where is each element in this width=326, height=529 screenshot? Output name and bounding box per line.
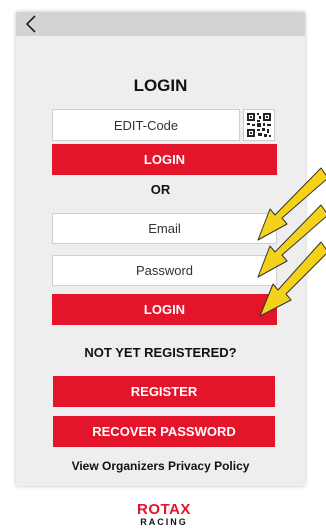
logo-line2: RACING bbox=[140, 517, 188, 527]
password-field[interactable] bbox=[52, 255, 277, 286]
logo-line1: ROTAX bbox=[137, 501, 191, 518]
recover-password-button[interactable]: RECOVER PASSWORD bbox=[53, 416, 275, 447]
or-separator: OR bbox=[150, 182, 171, 197]
not-registered-heading: NOT YET REGISTERED? bbox=[84, 345, 237, 360]
email-field[interactable] bbox=[52, 213, 277, 244]
email-login-button[interactable]: LOGIN bbox=[52, 294, 277, 325]
password-input[interactable] bbox=[53, 262, 276, 279]
qr-code-icon bbox=[247, 113, 271, 137]
qr-scan-button[interactable] bbox=[243, 109, 275, 141]
back-button[interactable] bbox=[18, 12, 44, 36]
edit-code-login-button[interactable]: LOGIN bbox=[52, 144, 277, 175]
login-panel: LOGIN LOGIN OR LOGIN NOT YET REGISTERED?… bbox=[16, 12, 305, 486]
register-button[interactable]: REGISTER bbox=[53, 376, 275, 407]
edit-code-field[interactable] bbox=[52, 109, 240, 141]
page-title: LOGIN bbox=[133, 76, 188, 95]
edit-code-input[interactable] bbox=[53, 116, 239, 134]
chevron-left-icon bbox=[25, 15, 36, 33]
privacy-policy-link[interactable]: View Organizers Privacy Policy bbox=[16, 459, 305, 473]
email-input[interactable] bbox=[53, 220, 276, 237]
rotax-racing-logo: ROTAX RACING bbox=[128, 502, 200, 527]
top-bar bbox=[16, 12, 305, 36]
